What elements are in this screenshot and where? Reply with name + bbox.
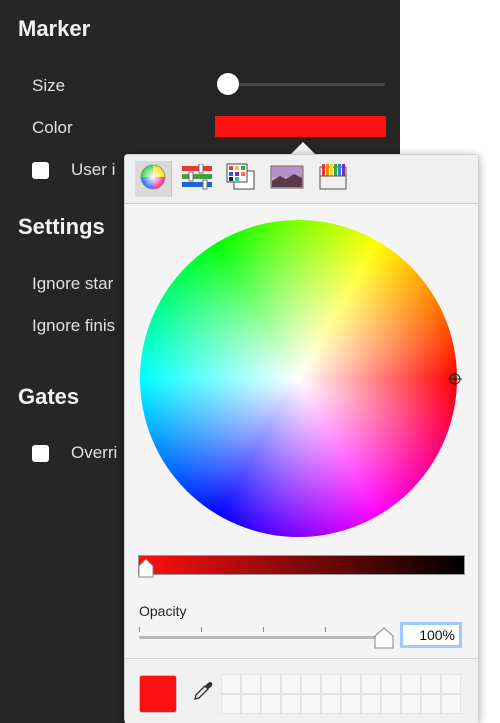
palette-slot[interactable] bbox=[441, 674, 461, 694]
crayons-icon bbox=[318, 163, 348, 196]
ignore-finish-label: Ignore finis bbox=[32, 316, 116, 335]
opacity-label: Opacity bbox=[139, 603, 187, 619]
palette-slot[interactable] bbox=[281, 694, 301, 714]
color-palettes-tab[interactable] bbox=[223, 161, 259, 197]
size-slider-thumb[interactable] bbox=[217, 73, 239, 95]
sliders-icon bbox=[181, 163, 213, 195]
color-picker-toolbar bbox=[125, 155, 478, 204]
palette-slot[interactable] bbox=[381, 674, 401, 694]
palette-slot[interactable] bbox=[301, 694, 321, 714]
palette-slot[interactable] bbox=[401, 674, 421, 694]
palette-slot[interactable] bbox=[341, 674, 361, 694]
user-checkbox-label: User i bbox=[71, 160, 116, 179]
palette-slot[interactable] bbox=[301, 674, 321, 694]
opacity-value-field[interactable]: 100% bbox=[400, 622, 462, 648]
override-checkbox[interactable] bbox=[32, 445, 49, 462]
opacity-tick bbox=[201, 627, 202, 632]
palette-slot[interactable] bbox=[241, 694, 261, 714]
palette-slot[interactable] bbox=[381, 694, 401, 714]
gates-section-title: Gates bbox=[18, 384, 80, 409]
palette-slot[interactable] bbox=[361, 694, 381, 714]
palette-slot[interactable] bbox=[441, 694, 461, 714]
palette-slot[interactable] bbox=[361, 674, 381, 694]
palette-slot[interactable] bbox=[401, 694, 421, 714]
brightness-slider-thumb[interactable] bbox=[138, 558, 154, 578]
palette-slot[interactable] bbox=[221, 694, 241, 714]
marker-section-title: Marker bbox=[18, 16, 91, 41]
opacity-tick bbox=[139, 627, 140, 632]
override-label: Overri bbox=[71, 443, 118, 462]
palette-slot[interactable] bbox=[261, 694, 281, 714]
palette-slot[interactable] bbox=[261, 674, 281, 694]
color-label: Color bbox=[32, 118, 73, 137]
saved-colors-palette[interactable] bbox=[221, 674, 461, 714]
image-palettes-tab[interactable] bbox=[269, 161, 305, 197]
opacity-tick bbox=[263, 627, 264, 632]
color-well[interactable] bbox=[215, 116, 386, 137]
image-icon bbox=[270, 165, 304, 194]
color-selector-crosshair-icon[interactable] bbox=[448, 372, 462, 386]
palette-slot[interactable] bbox=[341, 694, 361, 714]
crayons-tab[interactable] bbox=[315, 161, 351, 197]
opacity-slider-track[interactable] bbox=[139, 636, 385, 639]
color-wheel-icon bbox=[140, 164, 166, 195]
opacity-tick bbox=[325, 627, 326, 632]
palette-slot[interactable] bbox=[221, 674, 241, 694]
color-sliders-tab[interactable] bbox=[179, 161, 215, 197]
palette-slot[interactable] bbox=[421, 674, 441, 694]
palette-slot[interactable] bbox=[281, 674, 301, 694]
brightness-slider[interactable] bbox=[138, 555, 465, 575]
palette-slot[interactable] bbox=[321, 694, 341, 714]
color-wheel-tab[interactable] bbox=[135, 161, 172, 197]
settings-section-title: Settings bbox=[18, 214, 105, 239]
palette-slot[interactable] bbox=[321, 674, 341, 694]
ignore-start-label: Ignore star bbox=[32, 274, 114, 293]
current-color-swatch[interactable] bbox=[139, 675, 177, 713]
palette-slot[interactable] bbox=[421, 694, 441, 714]
eyedropper-icon[interactable] bbox=[192, 680, 214, 702]
palette-slot[interactable] bbox=[241, 674, 261, 694]
color-picker-popover: Opacity 100% bbox=[124, 154, 479, 723]
user-checkbox[interactable] bbox=[32, 162, 49, 179]
size-label: Size bbox=[32, 76, 66, 95]
palette-grid-icon bbox=[226, 163, 256, 196]
color-wheel[interactable] bbox=[140, 220, 457, 537]
opacity-slider-thumb[interactable] bbox=[374, 627, 394, 649]
size-slider-track[interactable] bbox=[220, 83, 385, 86]
